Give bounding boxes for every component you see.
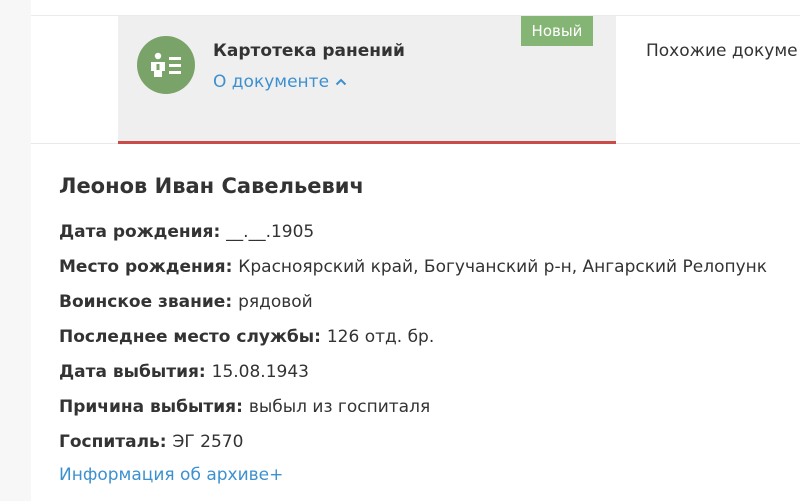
field-label: Дата выбытия: [59,362,212,382]
field-label: Госпиталь: [59,432,173,452]
field-rank: Воинское звание: рядовой [59,290,799,325]
field-birth-date: Дата рождения: __.__.1905 [59,220,799,255]
tab-similar-documents[interactable]: Похожие докуме [646,41,798,61]
about-document-label: О документе [213,72,330,92]
field-value: Красноярский край, Богучанский р-н, Анга… [238,257,768,277]
field-label: Последнее место службы: [59,327,327,347]
field-label: Дата рождения: [59,222,227,242]
field-departure-reason: Причина выбытия: выбыл из госпиталя [59,395,799,430]
about-document-toggle[interactable]: О документе [213,72,347,92]
new-badge: Новый [521,16,593,46]
field-label: Воинское звание: [59,292,239,312]
field-value: рядовой [238,292,313,312]
field-value: выбыл из госпиталя [248,397,431,417]
tab-title: Картотека ранений [213,41,405,61]
field-hospital: Госпиталь: ЭГ 2570 [59,430,799,465]
field-label: Причина выбытия: [59,397,249,417]
field-birth-place: Место рождения: Красноярский край, Богуч… [59,255,799,290]
top-strip [31,0,800,16]
field-departure-date: Дата выбытия: 15.08.1943 [59,360,799,395]
field-label: Место рождения: [59,257,239,277]
field-last-service: Последнее место службы: 126 отд. бр. [59,325,799,360]
person-name: Леонов Иван Савельевич [59,174,364,198]
person-card-icon [137,36,195,94]
archive-info-link[interactable]: Информация об архиве+ [59,465,283,485]
left-gutter [0,0,31,501]
person-details: Дата рождения: __.__.1905 Место рождения… [59,220,799,465]
chevron-up-icon [335,78,347,86]
field-value: 15.08.1943 [211,362,309,382]
field-value: __.__.1905 [226,222,315,242]
field-value: ЭГ 2570 [172,432,244,452]
field-value: 126 отд. бр. [326,327,435,347]
